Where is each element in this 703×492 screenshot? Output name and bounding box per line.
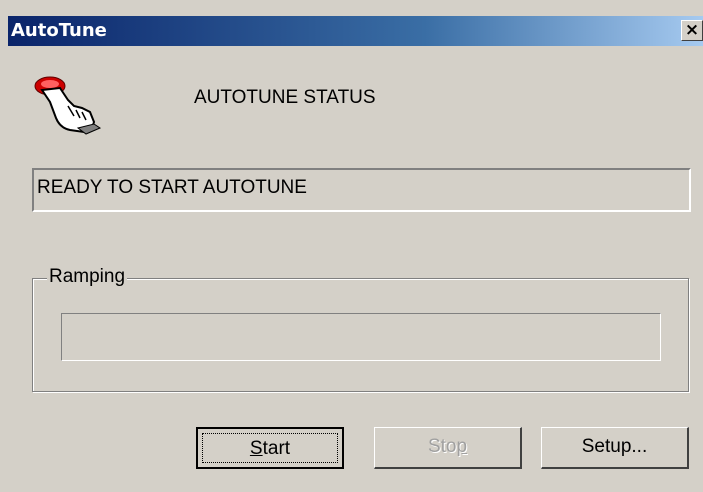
window-title: AutoTune — [11, 20, 107, 41]
setup-button[interactable]: Setup... — [541, 427, 689, 469]
stop-button[interactable]: Stop — [374, 427, 522, 469]
autotune-window: AutoTune × AUTOTUNE STATUS READY TO STAR… — [0, 0, 703, 492]
status-box: READY TO START AUTOTUNE — [32, 168, 691, 212]
close-button[interactable]: × — [681, 20, 703, 41]
setup-button-label: Setup... — [581, 436, 648, 457]
start-button[interactable]: Start — [196, 427, 344, 469]
stop-button-label: Stop — [427, 436, 468, 457]
ramping-label: Ramping — [47, 266, 128, 288]
title-bar[interactable]: AutoTune × — [8, 16, 703, 46]
ramping-group: Ramping — [32, 266, 689, 392]
status-message: READY TO START AUTOTUNE — [37, 177, 307, 198]
close-icon: × — [684, 20, 700, 40]
start-button-label: Start — [202, 433, 338, 463]
hand-press-icon — [34, 76, 102, 135]
status-heading: AUTOTUNE STATUS — [194, 87, 376, 108]
ramping-progress-bar — [61, 313, 661, 361]
